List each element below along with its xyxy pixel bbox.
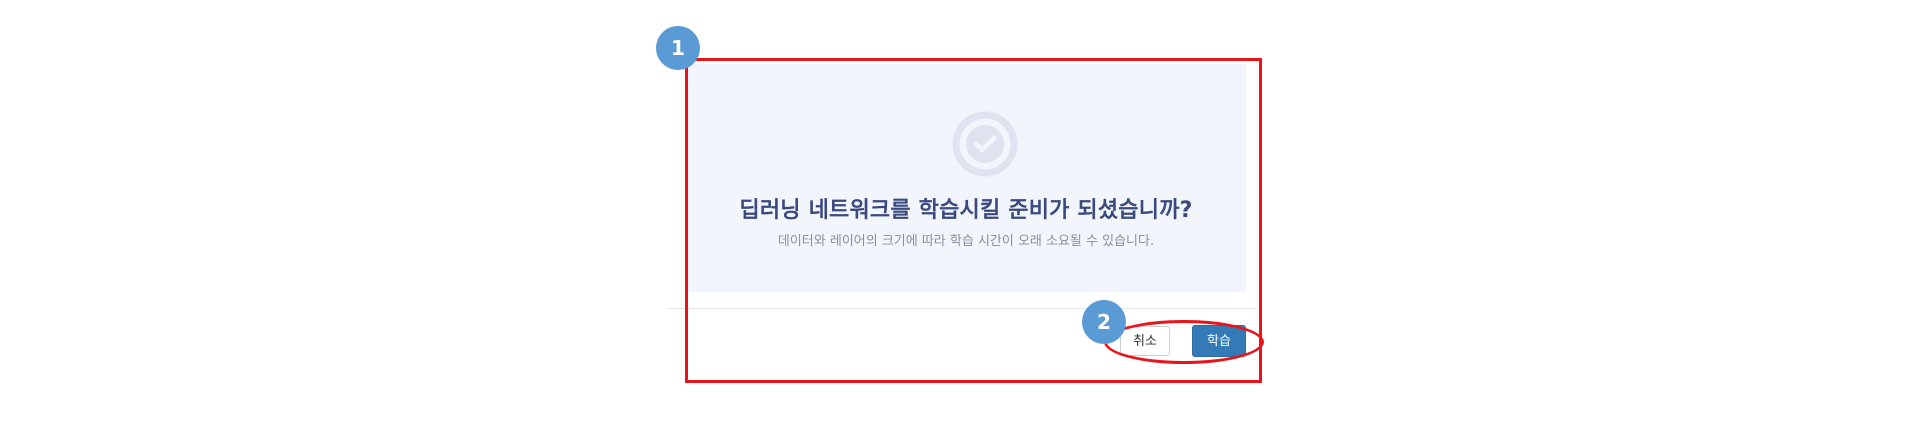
annotation-badge-2: 2 <box>1082 300 1126 344</box>
annotation-badge-1: 1 <box>656 26 700 70</box>
annotation-highlight-ellipse <box>1104 320 1264 364</box>
